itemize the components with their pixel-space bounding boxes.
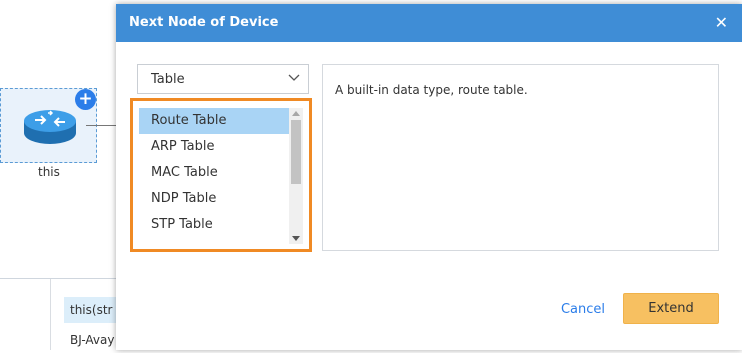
- description-panel: A built-in data type, route table.: [322, 64, 719, 251]
- chevron-down-icon: [288, 74, 300, 81]
- extend-button[interactable]: Extend: [623, 293, 719, 324]
- type-select[interactable]: Table: [137, 64, 309, 94]
- next-node-dialog: Next Node of Device ✕ Table Route Table …: [116, 4, 742, 350]
- dialog-header: Next Node of Device ✕: [116, 4, 742, 42]
- dialog-title: Next Node of Device: [129, 15, 279, 30]
- close-icon[interactable]: ✕: [715, 13, 728, 33]
- description-text: A built-in data type, route table.: [335, 83, 528, 97]
- list-scrollbar[interactable]: [289, 108, 303, 244]
- list-item-mac-table[interactable]: MAC Table: [139, 160, 289, 186]
- node-label: this: [38, 165, 60, 179]
- list-item-ndp-table[interactable]: NDP Table: [139, 186, 289, 212]
- node-connector-line: [86, 125, 118, 126]
- router-icon: [24, 110, 76, 144]
- type-select-value: Table: [151, 72, 185, 87]
- table-type-list: Route Table ARP Table MAC Table NDP Tabl…: [139, 108, 289, 238]
- list-item-route-table[interactable]: Route Table: [139, 108, 289, 134]
- list-item-stp-table[interactable]: STP Table: [139, 212, 289, 238]
- table-cell[interactable]: this(str: [64, 297, 124, 323]
- scroll-thumb[interactable]: [291, 120, 301, 184]
- list-item-arp-table[interactable]: ARP Table: [139, 134, 289, 160]
- table-cell[interactable]: BJ-Avay: [64, 327, 124, 353]
- scroll-up-icon[interactable]: [292, 111, 300, 116]
- cancel-button[interactable]: Cancel: [553, 294, 613, 324]
- table-type-list-box: Route Table ARP Table MAC Table NDP Tabl…: [130, 98, 312, 252]
- add-node-icon[interactable]: +: [75, 89, 96, 110]
- scroll-down-icon[interactable]: [292, 236, 300, 241]
- table-column-divider: [50, 279, 51, 350]
